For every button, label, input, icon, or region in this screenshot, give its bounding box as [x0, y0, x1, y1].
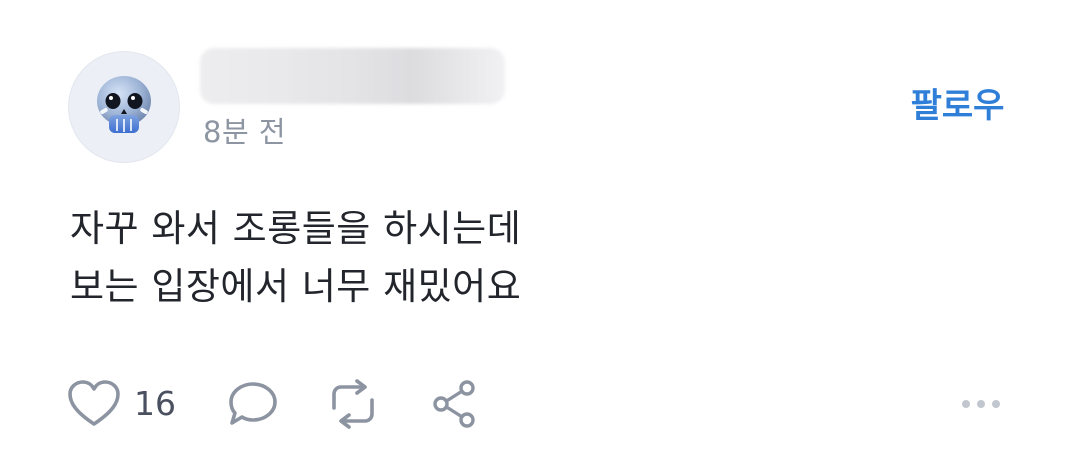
share-button[interactable] [428, 376, 482, 432]
follow-button[interactable]: 팔로우 [890, 82, 1025, 130]
post-timestamp: 8분 전 [203, 115, 287, 149]
skull-emoji-icon [97, 76, 151, 133]
author-name-redacted[interactable] [200, 48, 505, 104]
action-bar: 16 [66, 376, 1026, 432]
avatar[interactable] [68, 51, 180, 163]
more-dots-icon [962, 400, 1000, 408]
heart-icon [68, 380, 120, 426]
post-content: 자꾸 와서 조롱들을 하시는데 보는 입장에서 너무 재밌어요 [70, 200, 970, 316]
share-icon [433, 380, 475, 428]
repost-icon [332, 379, 374, 429]
like-count: 16 [134, 384, 176, 423]
comment-button[interactable] [226, 376, 280, 432]
more-options-button[interactable] [956, 376, 1006, 432]
post-content-line: 보는 입장에서 너무 재밌어요 [70, 265, 522, 308]
post-content-line: 자꾸 와서 조롱들을 하시는데 [70, 207, 522, 250]
like-button[interactable]: 16 [66, 376, 176, 432]
post-card: 8분 전 팔로우 자꾸 와서 조롱들을 하시는데 보는 입장에서 너무 재밌어요… [0, 0, 1080, 475]
repost-button[interactable] [324, 376, 382, 432]
comment-bubble-icon [229, 382, 277, 425]
